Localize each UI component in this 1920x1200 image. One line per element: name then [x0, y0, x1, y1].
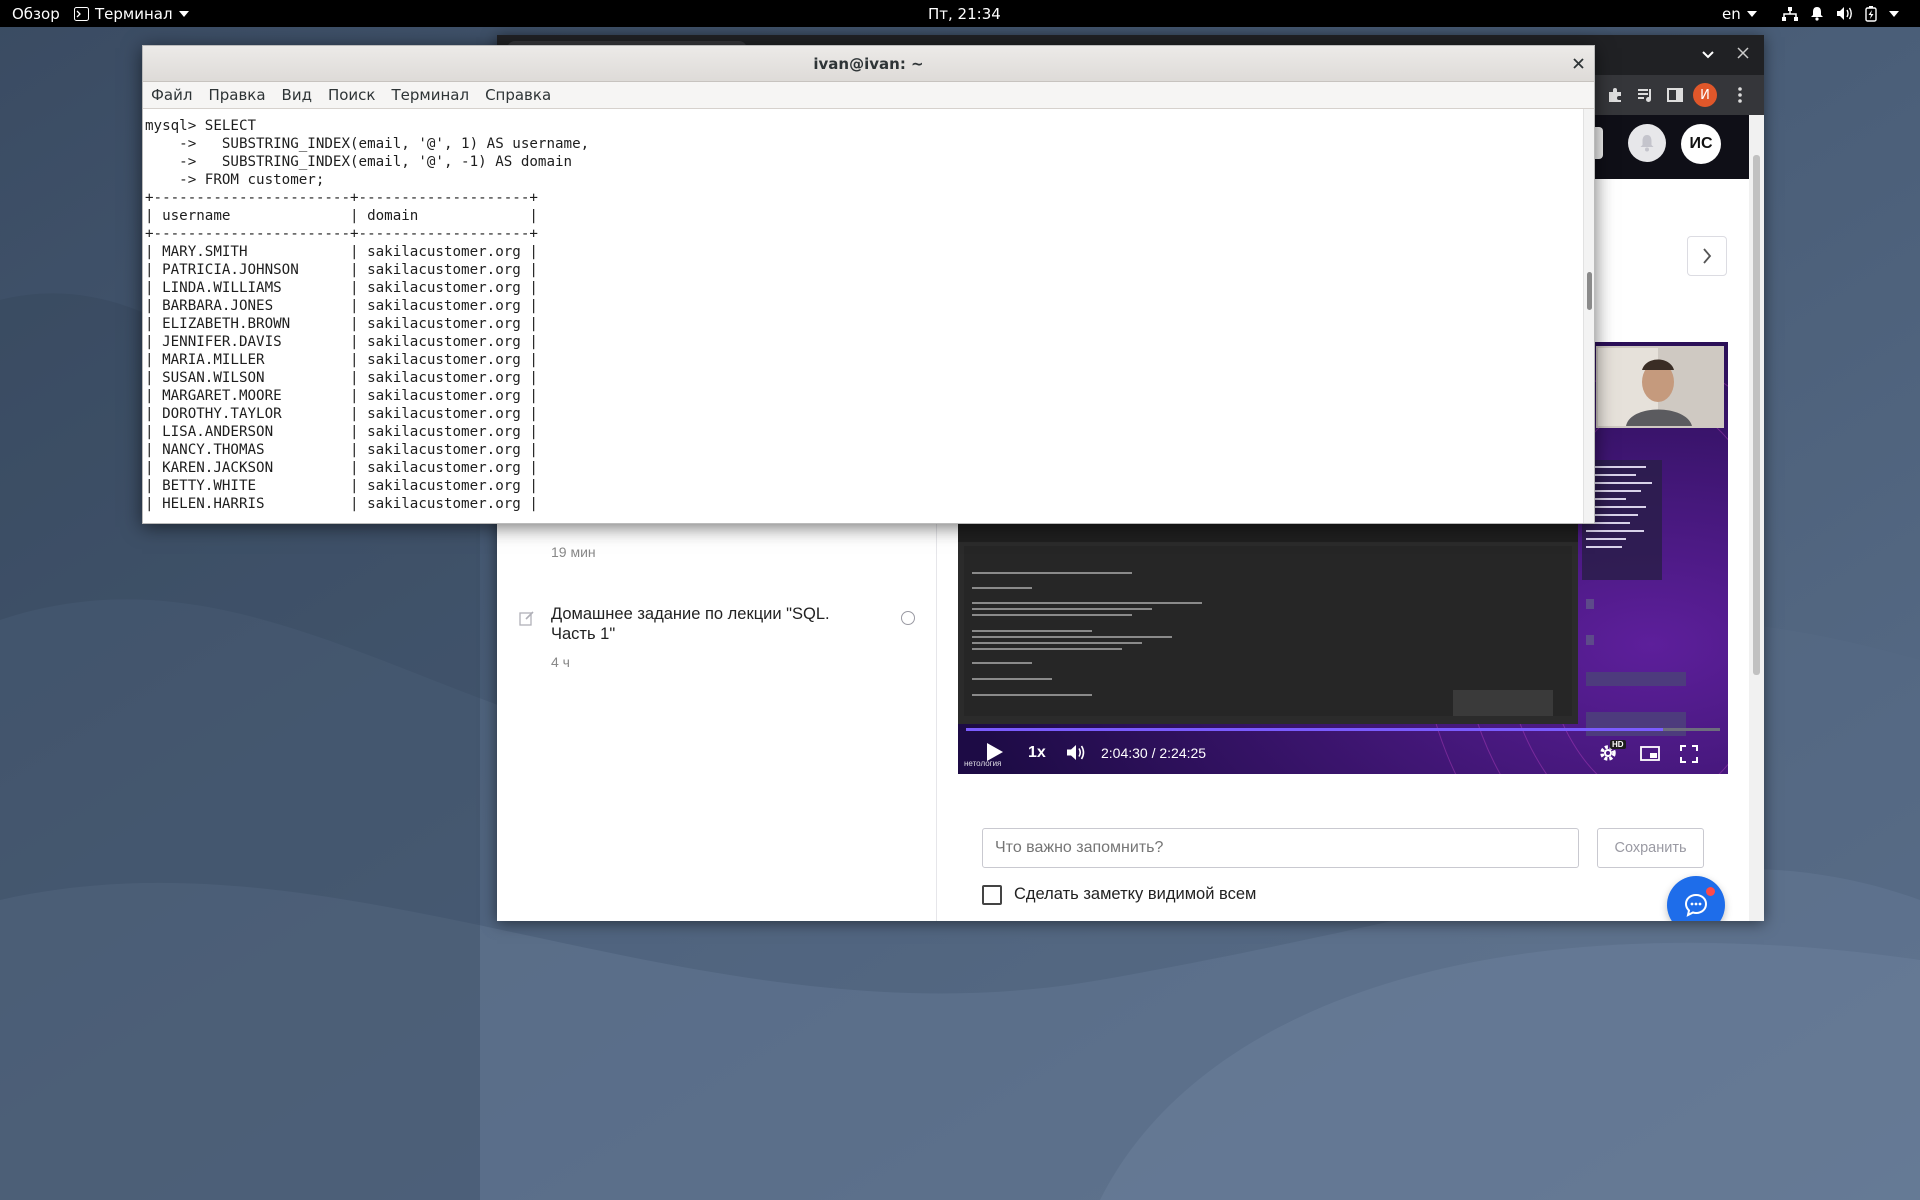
menu-search[interactable]: Поиск	[328, 86, 376, 104]
terminal-titlebar[interactable]: ivan@ivan: ~	[143, 46, 1594, 82]
save-note-button[interactable]: Сохранить	[1597, 828, 1704, 868]
video-time: 2:04:30 / 2:24:25	[1101, 745, 1207, 761]
note-input[interactable]	[983, 829, 1578, 867]
menu-file[interactable]: Файл	[151, 86, 192, 104]
lesson-duration: 4 ч	[551, 654, 570, 670]
tab-search-chevron-icon[interactable]	[1702, 51, 1714, 59]
activities-button[interactable]: Обзор	[12, 0, 60, 27]
lesson-duration: 19 мин	[551, 544, 596, 560]
chevron-down-icon	[178, 10, 189, 17]
terminal-scrollbar-thumb[interactable]	[1587, 272, 1592, 310]
chevron-down-icon	[1746, 10, 1757, 17]
app-menu-button[interactable]: Терминал	[74, 0, 189, 27]
terminal-line: | HELEN.HARRIS | sakilacustomer.org |	[145, 496, 538, 512]
terminal-icon	[74, 6, 89, 21]
lesson-title-line1: Домашнее задание по лекции "SQL.	[551, 605, 830, 623]
terminal-line: | LINDA.WILLIAMS | sakilacustomer.org |	[145, 280, 538, 296]
note-input-box[interactable]	[982, 828, 1579, 868]
side-panel-icon[interactable]	[1667, 87, 1683, 103]
close-icon[interactable]	[1737, 47, 1749, 59]
terminal-line: | ELIZABETH.BROWN | sakilacustomer.org |	[145, 316, 538, 332]
terminal-line: +-----------------------+---------------…	[145, 226, 538, 242]
chat-icon	[1684, 893, 1708, 917]
system-menu-button[interactable]	[1782, 0, 1899, 27]
media-queue-icon[interactable]	[1637, 87, 1653, 103]
terminal-menubar: Файл Правка Вид Поиск Терминал Справка	[143, 82, 1594, 109]
terminal-output[interactable]: mysql> SELECT -> SUBSTRING_INDEX(email, …	[143, 109, 1585, 523]
terminal-line: -> SUBSTRING_INDEX(email, '@', 1) AS use…	[179, 136, 590, 152]
terminal-line: mysql> SELECT	[145, 118, 257, 134]
volume-icon[interactable]	[1066, 744, 1086, 761]
clock: Пт, 21:34	[928, 4, 1001, 23]
language-label: en	[1722, 4, 1741, 23]
hd-badge: HD	[1610, 740, 1626, 749]
picture-in-picture-icon[interactable]	[1640, 746, 1660, 761]
terminal-text: mysql> SELECT -> SUBSTRING_INDEX(email, …	[143, 109, 1585, 513]
menu-help[interactable]: Справка	[485, 86, 551, 104]
lesson-status-circle	[901, 611, 915, 625]
terminal-line: | MARIA.MILLER | sakilacustomer.org |	[145, 352, 538, 368]
language-button[interactable]: en	[1722, 0, 1757, 27]
terminal-line: | MARGARET.MOORE | sakilacustomer.org |	[145, 388, 538, 404]
extensions-icon[interactable]	[1607, 87, 1623, 103]
terminal-line: | LISA.ANDERSON | sakilacustomer.org |	[145, 424, 538, 440]
page-scrollbar[interactable]	[1749, 115, 1764, 921]
more-vert-icon[interactable]	[1737, 87, 1743, 103]
terminal-line: | PATRICIA.JOHNSON | sakilacustomer.org …	[145, 262, 538, 278]
user-avatar[interactable]: ИС	[1681, 124, 1721, 164]
terminal-line: | SUSAN.WILSON | sakilacustomer.org |	[145, 370, 538, 386]
edit-icon	[519, 611, 534, 626]
video-watermark: нетология	[964, 759, 1002, 768]
terminal-line: | BARBARA.JONES | sakilacustomer.org |	[145, 298, 538, 314]
terminal-line: | JENNIFER.DAVIS | sakilacustomer.org |	[145, 334, 538, 350]
volume-icon	[1837, 7, 1852, 20]
fullscreen-icon[interactable]	[1680, 745, 1698, 763]
terminal-line: | NANCY.THOMAS | sakilacustomer.org |	[145, 442, 538, 458]
terminal-line: | KAREN.JACKSON | sakilacustomer.org |	[145, 460, 538, 476]
user-avatar-initials: ИС	[1689, 135, 1713, 152]
profile-avatar[interactable]: И	[1693, 83, 1717, 107]
chevron-right-icon	[1703, 248, 1712, 264]
notifications-button[interactable]	[1628, 124, 1666, 162]
terminal-line: -> SUBSTRING_INDEX(email, '@', -1) AS do…	[179, 154, 573, 170]
network-wired-icon	[1782, 6, 1798, 21]
lesson-title-line2: Часть 1"	[551, 625, 616, 643]
visible-to-all-label: Сделать заметку видимой всем	[1014, 885, 1257, 903]
visible-to-all-checkbox[interactable]	[982, 885, 1002, 905]
chat-support-button[interactable]	[1667, 876, 1725, 921]
terminal-line: +-----------------------+---------------…	[145, 190, 538, 206]
terminal-line: | MARY.SMITH | sakilacustomer.org |	[145, 244, 538, 260]
top-bar: Обзор Терминал Пт, 21:34 en	[0, 0, 1920, 27]
terminal-title: ivan@ivan: ~	[813, 55, 924, 73]
menu-terminal[interactable]: Терминал	[391, 86, 469, 104]
menu-edit[interactable]: Правка	[208, 86, 265, 104]
notification-dot	[1705, 886, 1715, 896]
terminal-scrollbar[interactable]	[1583, 109, 1594, 523]
page-scrollbar-thumb[interactable]	[1753, 155, 1760, 675]
battery-charging-icon	[1865, 5, 1877, 22]
terminal-line: | BETTY.WHITE | sakilacustomer.org |	[145, 478, 538, 494]
bell-icon	[1640, 135, 1654, 152]
profile-avatar-initial: И	[1700, 87, 1710, 103]
clock-button[interactable]: Пт, 21:34	[928, 0, 1001, 27]
next-lesson-button[interactable]	[1687, 236, 1727, 276]
terminal-line: | DOROTHY.TAYLOR | sakilacustomer.org |	[145, 406, 538, 422]
activities-label: Обзор	[12, 4, 60, 23]
bell-icon	[1811, 7, 1823, 21]
terminal-line: -> FROM customer;	[179, 172, 325, 188]
app-name: Терминал	[95, 4, 173, 23]
lesson-item[interactable]: Домашнее задание по лекции "SQL. Часть 1…	[497, 604, 937, 679]
close-icon[interactable]	[1573, 58, 1584, 69]
playback-speed-button[interactable]: 1x	[1028, 744, 1046, 762]
terminal-line: | username | domain |	[145, 208, 538, 224]
terminal-window: ivan@ivan: ~ Файл Правка Вид Поиск Терми…	[142, 45, 1595, 524]
menu-view[interactable]: Вид	[282, 86, 312, 104]
chevron-down-icon	[1889, 10, 1899, 17]
